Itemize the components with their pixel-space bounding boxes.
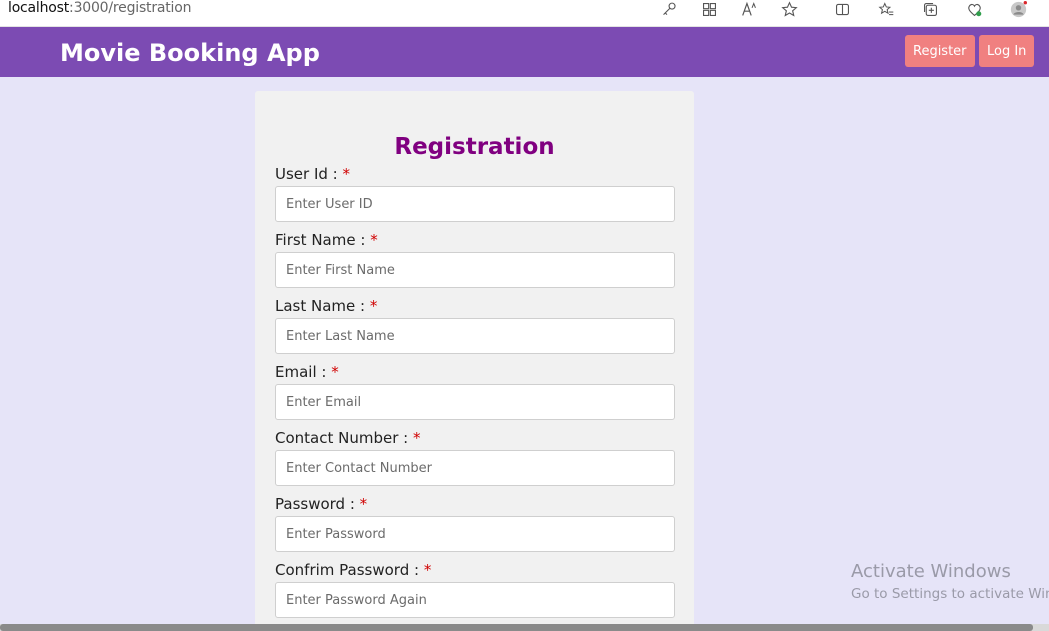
required-marker: *	[369, 297, 378, 315]
performance-icon[interactable]	[964, 0, 984, 18]
email-input[interactable]	[275, 384, 675, 420]
scrollbar-thumb[interactable]	[0, 624, 1033, 631]
address-bar[interactable]: localhost:3000/registration	[8, 0, 191, 16]
key-icon[interactable]	[659, 0, 679, 18]
apps-icon[interactable]	[699, 0, 719, 18]
registration-card: Registration User Id : * First Name : * …	[255, 91, 694, 631]
password-label: Password : *	[275, 495, 368, 513]
contact-number-label: Contact Number : *	[275, 429, 421, 447]
required-marker: *	[423, 561, 432, 579]
required-marker: *	[331, 363, 339, 381]
watermark-subtitle: Go to Settings to activate Windows.	[851, 586, 1049, 602]
form-title: Registration	[394, 134, 555, 160]
favorites-icon[interactable]	[876, 0, 896, 18]
first-name-label: First Name : *	[275, 231, 378, 249]
brand-title[interactable]: Movie Booking App	[60, 39, 320, 67]
collections-icon[interactable]	[920, 0, 940, 18]
required-marker: *	[413, 429, 421, 447]
favorite-star-icon[interactable]	[779, 0, 799, 18]
last-name-input[interactable]	[275, 318, 675, 354]
split-screen-icon[interactable]	[832, 0, 852, 18]
read-aloud-icon[interactable]	[739, 0, 759, 18]
app-navbar: Movie Booking App Register Log In	[0, 27, 1049, 77]
first-name-input[interactable]	[275, 252, 675, 288]
required-marker: *	[370, 231, 378, 249]
confirm-password-input[interactable]	[275, 582, 675, 618]
activation-watermark: Activate Windows Go to Settings to activ…	[851, 561, 1049, 602]
register-button[interactable]: Register	[905, 35, 975, 67]
last-name-label: Last Name : *	[275, 297, 378, 315]
user-id-input[interactable]	[275, 186, 675, 222]
required-marker: *	[342, 165, 351, 183]
watermark-title: Activate Windows	[851, 561, 1011, 582]
contact-number-input[interactable]	[275, 450, 675, 486]
profile-avatar[interactable]	[1008, 0, 1028, 18]
url-path: :3000/registration	[69, 0, 192, 16]
login-button[interactable]: Log In	[979, 35, 1035, 67]
confirm-password-label: Confrim Password : *	[275, 561, 432, 579]
url-host: localhost	[8, 0, 70, 16]
required-marker: *	[359, 495, 368, 513]
horizontal-scrollbar[interactable]	[0, 624, 1049, 631]
password-input[interactable]	[275, 516, 675, 552]
browser-toolbar: localhost:3000/registration	[0, 0, 1049, 27]
user-id-label: User Id : *	[275, 165, 351, 183]
email-label: Email : *	[275, 363, 339, 381]
